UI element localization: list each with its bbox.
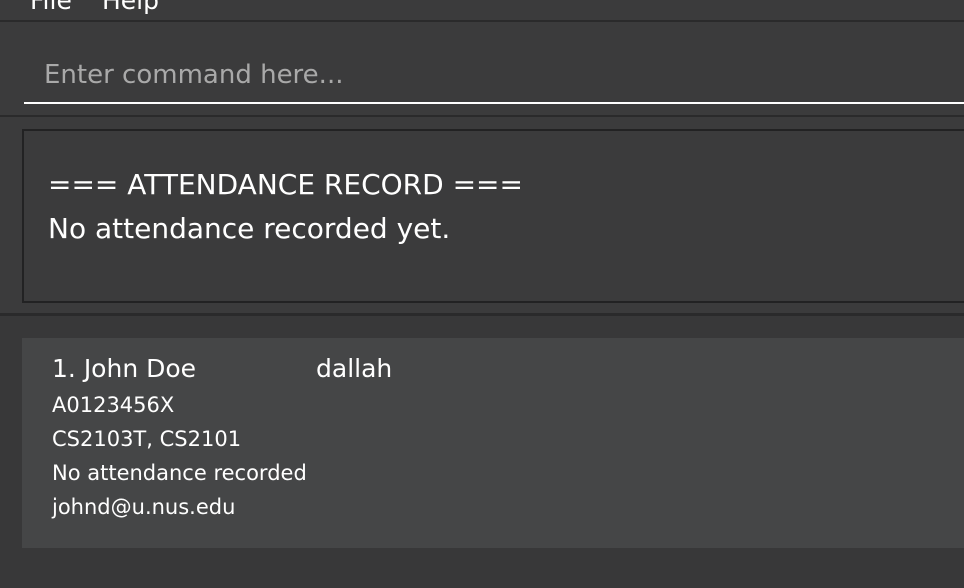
result-display-pane: === ATTENDANCE RECORD === No attendance …: [0, 115, 964, 316]
person-modules: CS2103T, CS2101: [52, 427, 242, 451]
person-telegram: dallah: [316, 354, 393, 383]
person-attendance: No attendance recorded: [52, 461, 307, 485]
command-box-pane: [0, 20, 964, 115]
person-card-header: 1. John Doe: [52, 354, 196, 383]
result-message: No attendance recorded yet.: [48, 212, 451, 245]
menu-file[interactable]: File: [30, 0, 72, 15]
menu-help[interactable]: Help: [102, 0, 159, 15]
person-email: johnd@u.nus.edu: [52, 495, 236, 519]
person-student-id: A0123456X: [52, 393, 175, 417]
result-title: === ATTENDANCE RECORD ===: [48, 168, 523, 201]
person-name: John Doe: [83, 354, 197, 383]
menu-bar: File Help: [0, 0, 964, 20]
command-input[interactable]: [24, 48, 964, 104]
person-list-pane: 1. John Doe dallah A0123456X CS2103T, CS…: [0, 316, 964, 588]
result-display: === ATTENDANCE RECORD === No attendance …: [22, 129, 964, 303]
person-card[interactable]: 1. John Doe dallah A0123456X CS2103T, CS…: [22, 338, 964, 548]
person-index: 1.: [52, 354, 76, 383]
